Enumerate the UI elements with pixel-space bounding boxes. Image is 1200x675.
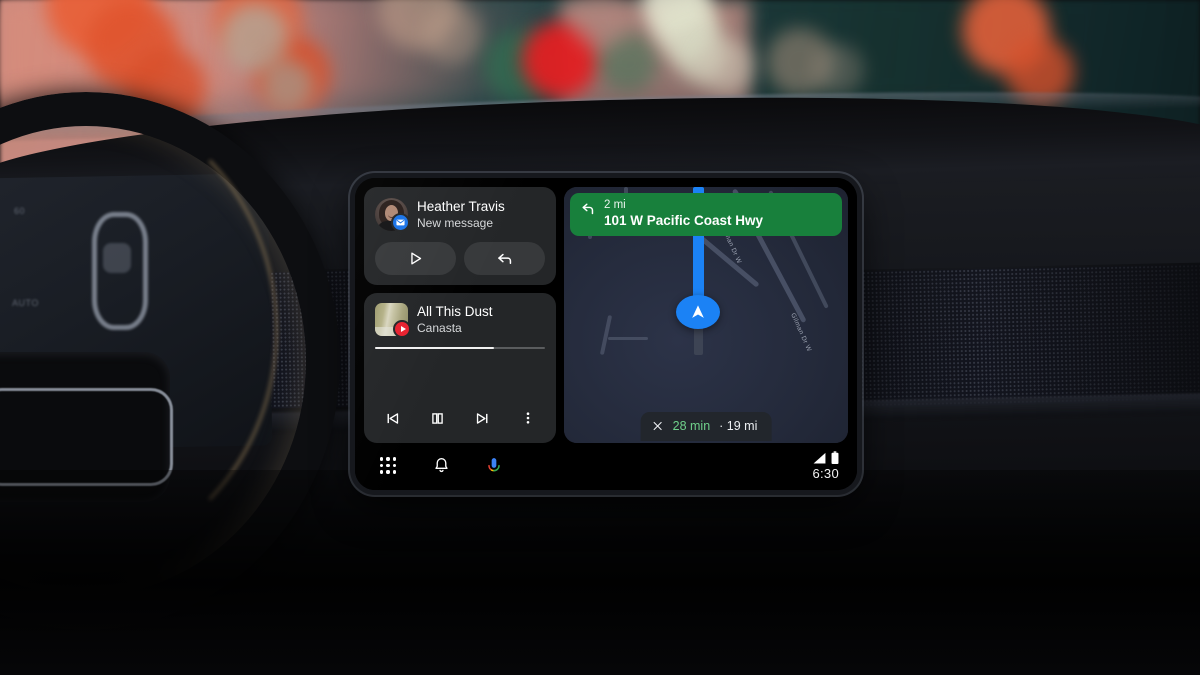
notifications-button[interactable] <box>427 452 455 480</box>
close-icon <box>653 421 662 431</box>
message-header: Heather Travis New message <box>375 198 545 232</box>
pause-icon <box>432 412 443 424</box>
next-track-button[interactable] <box>468 403 498 433</box>
reply-icon <box>498 253 512 265</box>
track-title: All This Dust <box>417 303 493 319</box>
avatar <box>375 198 410 232</box>
lower-dashboard-shadow <box>0 470 1200 675</box>
apps-grid-icon <box>379 457 397 474</box>
media-text: All This Dust Canasta <box>417 304 493 336</box>
pause-button[interactable] <box>422 403 452 433</box>
navigation-arrow-icon <box>692 305 704 318</box>
previous-track-button[interactable] <box>377 403 407 433</box>
navigation-banner: 2 mi 101 W Pacific Coast Hwy <box>570 193 842 236</box>
message-actions <box>375 242 545 275</box>
cellular-signal-icon <box>813 452 826 464</box>
playback-progress-fill <box>375 347 494 349</box>
navigation-street: 101 W Pacific Coast Hwy <box>604 213 764 228</box>
message-text: Heather Travis New message <box>417 199 505 231</box>
play-message-button[interactable] <box>375 242 456 275</box>
overflow-menu-icon <box>526 412 530 424</box>
cards-column: Heather Travis New message All This Dust… <box>364 187 556 443</box>
navigation-map[interactable]: Gilman Dr W Gilman Dr W 2 mi 101 W Pacif… <box>564 187 848 443</box>
album-art <box>375 303 411 338</box>
status-icons <box>812 450 839 465</box>
track-artist: Canasta <box>417 320 462 335</box>
bell-icon <box>434 458 448 473</box>
bokeh-light <box>422 4 482 64</box>
eta-chip[interactable]: 28 min · 19 mi <box>640 412 772 441</box>
bokeh-light <box>812 44 864 96</box>
map-road <box>608 337 648 340</box>
current-location-puck <box>676 295 720 329</box>
system-status: 6:30 <box>812 450 841 481</box>
message-card[interactable]: Heather Travis New message <box>364 187 556 285</box>
screen-content: Heather Travis New message All This Dust… <box>355 178 857 443</box>
play-icon <box>411 252 422 265</box>
youtube-music-badge-icon <box>393 320 411 338</box>
battery-icon <box>831 450 839 464</box>
bokeh-light <box>262 60 314 112</box>
playback-progress-bar[interactable] <box>375 347 545 349</box>
message-sender: Heather Travis <box>417 198 505 214</box>
speaker-grille-right <box>850 264 1200 408</box>
navigation-distance: 2 mi <box>604 199 626 211</box>
head-unit-display[interactable]: Heather Travis New message All This Dust… <box>355 178 857 490</box>
navigation-texts: 2 mi 101 W Pacific Coast Hwy <box>604 199 763 229</box>
turn-left-icon <box>582 203 594 215</box>
eta-distance: · 19 mi <box>719 419 758 433</box>
skip-next-icon <box>477 412 488 424</box>
media-card[interactable]: All This Dust Canasta <box>364 293 556 443</box>
eta-duration: 28 min <box>672 419 711 433</box>
media-controls <box>375 402 545 434</box>
microphone-icon <box>488 457 500 471</box>
app-launcher-button[interactable] <box>374 452 402 480</box>
reply-message-button[interactable] <box>464 242 545 275</box>
car-interior-scene: 60 AUTO 127 mi <box>0 0 1200 675</box>
messages-badge-icon <box>391 213 410 232</box>
media-header: All This Dust Canasta <box>375 303 545 338</box>
android-auto-screen: Heather Travis New message All This Dust… <box>355 178 857 490</box>
bokeh-light <box>698 38 754 94</box>
system-clock: 6:30 <box>812 465 839 481</box>
skip-previous-icon <box>387 412 398 424</box>
more-options-button[interactable] <box>513 403 543 433</box>
system-bar-buttons <box>374 452 508 480</box>
message-status: New message <box>417 215 494 230</box>
assistant-button[interactable] <box>480 452 508 480</box>
system-bar: 6:30 <box>355 443 857 490</box>
